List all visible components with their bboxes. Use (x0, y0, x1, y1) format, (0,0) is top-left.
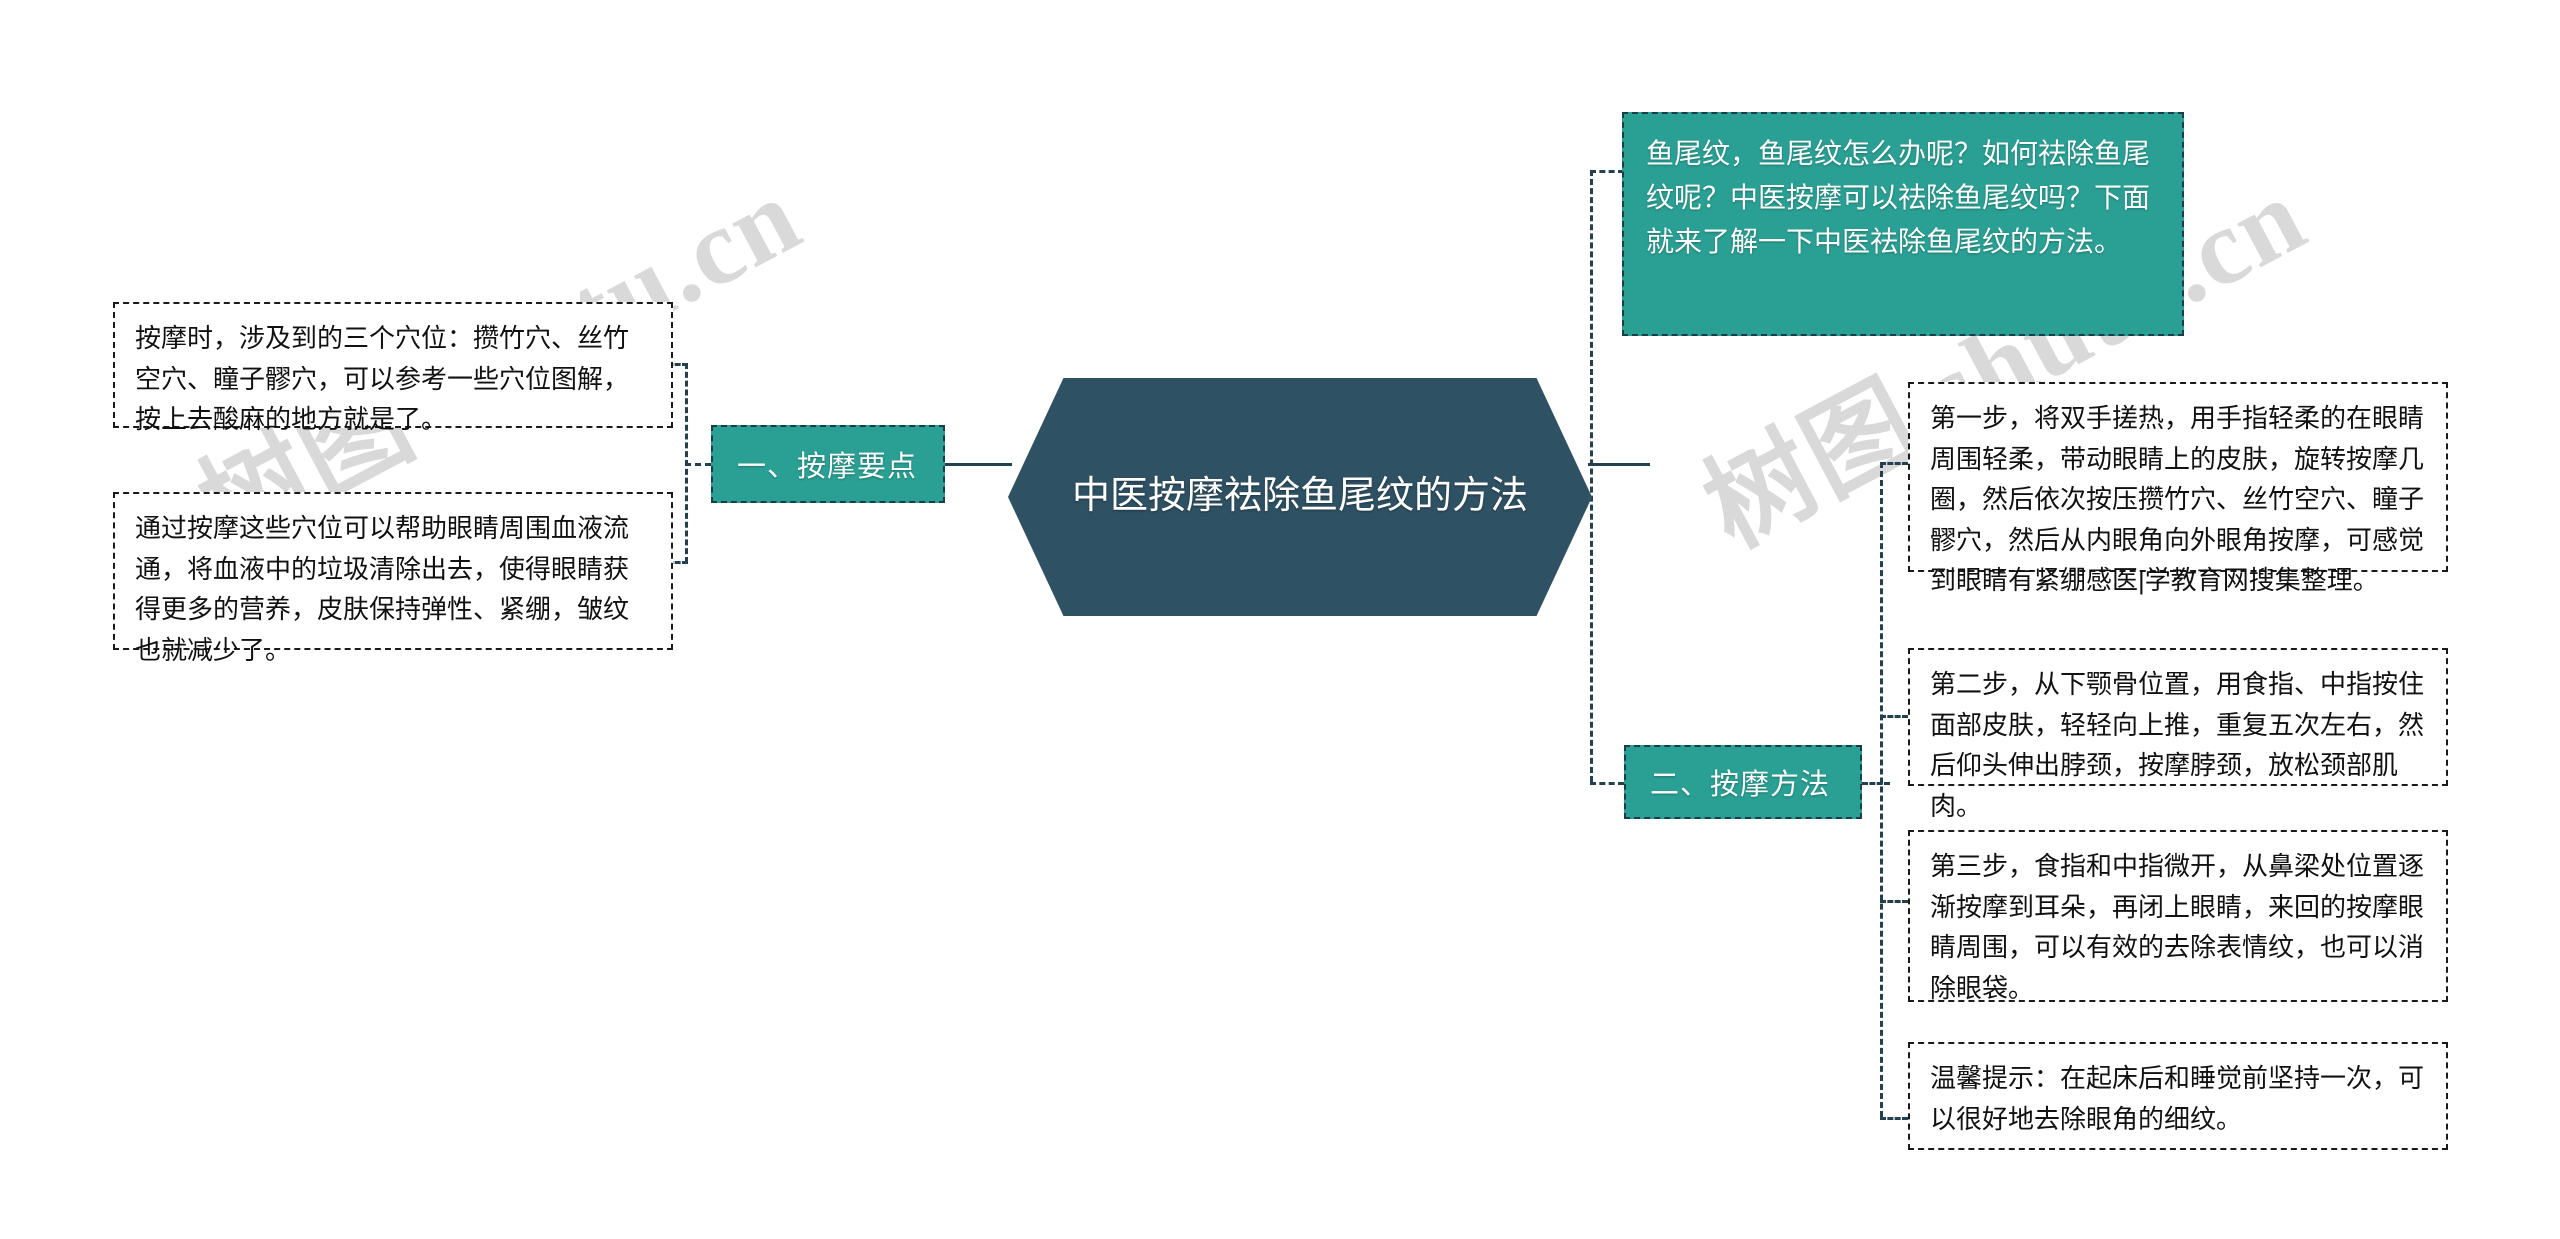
branch-label-massage-key-points[interactable]: 一、按摩要点 (711, 425, 945, 503)
connector-right-main-spine (1590, 170, 1593, 782)
leaf-step-2[interactable]: 第二步，从下颚骨位置，用食指、中指按住面部皮肤，轻轻向上推，重复五次左右，然后仰… (1908, 648, 2448, 821)
connector-spine-to-branch-2 (1590, 782, 1624, 785)
connector-root-to-left-branch (944, 463, 1012, 466)
leaf-massage-benefits[interactable]: 通过按摩这些穴位可以帮助眼睛周围血液流通，将血液中的垃圾清除出去，使得眼睛获得更… (113, 492, 673, 665)
leaf-massage-benefits-text: 通过按摩这些穴位可以帮助眼睛周围血液流通，将血液中的垃圾清除出去，使得眼睛获得更… (135, 513, 630, 665)
connector-right-spine-to-leaf-3 (1880, 900, 1908, 903)
branch-label-massage-method[interactable]: 二、按摩方法 (1624, 745, 1862, 819)
connector-right-spine-to-leaf-4 (1880, 1117, 1908, 1120)
leaf-step-3[interactable]: 第三步，食指和中指微开，从鼻梁处位置逐渐按摩到耳朵，再闭上眼睛，来回的按摩眼睛周… (1908, 830, 2448, 1003)
root-node-label: 中医按摩祛除鱼尾纹的方法 (1071, 475, 1528, 518)
branch-2-label-text: 二、按摩方法 (1650, 769, 1831, 801)
branch-1-label-text: 一、按摩要点 (737, 451, 918, 483)
connector-branch-2-to-leaf-spine (1862, 782, 1890, 785)
leaf-step-1[interactable]: 第一步，将双手搓热，用手指轻柔的在眼睛周围轻柔，带动眼睛上的皮肤，旋转按摩几圈，… (1908, 382, 2448, 595)
connector-right-spine-to-leaf-2 (1880, 715, 1908, 718)
leaf-warm-tip[interactable]: 温馨提示：在起床后和睡觉前坚持一次，可以很好地去除眼角的细纹。 (1908, 1042, 2448, 1150)
intro-summary-box[interactable]: 鱼尾纹，鱼尾纹怎么办呢？如何祛除鱼尾纹呢？中医按摩可以祛除鱼尾纹吗？下面就来了解… (1622, 112, 2184, 336)
connector-left-leaf-spine (685, 363, 688, 563)
connector-spine-to-intro-box (1590, 170, 1624, 173)
connector-right-spine-to-leaf-1 (1880, 462, 1908, 465)
leaf-warm-tip-text: 温馨提示：在起床后和睡觉前坚持一次，可以很好地去除眼角的细纹。 (1930, 1063, 2425, 1134)
root-node[interactable]: 中医按摩祛除鱼尾纹的方法 (1008, 378, 1592, 616)
mindmap-canvas: 树图 shutu.cn 树图 shutu.cn 中医按摩祛除鱼尾纹的方法 鱼尾纹… (0, 0, 2560, 1239)
leaf-acupoints-text: 按摩时，涉及到的三个穴位：攒竹穴、丝竹空穴、瞳子髎穴，可以参考一些穴位图解，按上… (135, 323, 630, 435)
leaf-acupoints[interactable]: 按摩时，涉及到的三个穴位：攒竹穴、丝竹空穴、瞳子髎穴，可以参考一些穴位图解，按上… (113, 302, 673, 434)
intro-summary-text: 鱼尾纹，鱼尾纹怎么办呢？如何祛除鱼尾纹呢？中医按摩可以祛除鱼尾纹吗？下面就来了解… (1646, 138, 2151, 258)
connector-left-branch-to-spine (685, 463, 711, 466)
leaf-step-2-text: 第二步，从下颚骨位置，用食指、中指按住面部皮肤，轻轻向上推，重复五次左右，然后仰… (1930, 669, 2425, 821)
connector-right-leaf-spine (1880, 462, 1883, 1117)
leaf-step-3-text: 第三步，食指和中指微开，从鼻梁处位置逐渐按摩到耳朵，再闭上眼睛，来回的按摩眼睛周… (1930, 851, 2425, 1003)
connector-root-to-right-branch (1588, 463, 1650, 466)
leaf-step-1-text: 第一步，将双手搓热，用手指轻柔的在眼睛周围轻柔，带动眼睛上的皮肤，旋转按摩几圈，… (1930, 403, 2425, 596)
